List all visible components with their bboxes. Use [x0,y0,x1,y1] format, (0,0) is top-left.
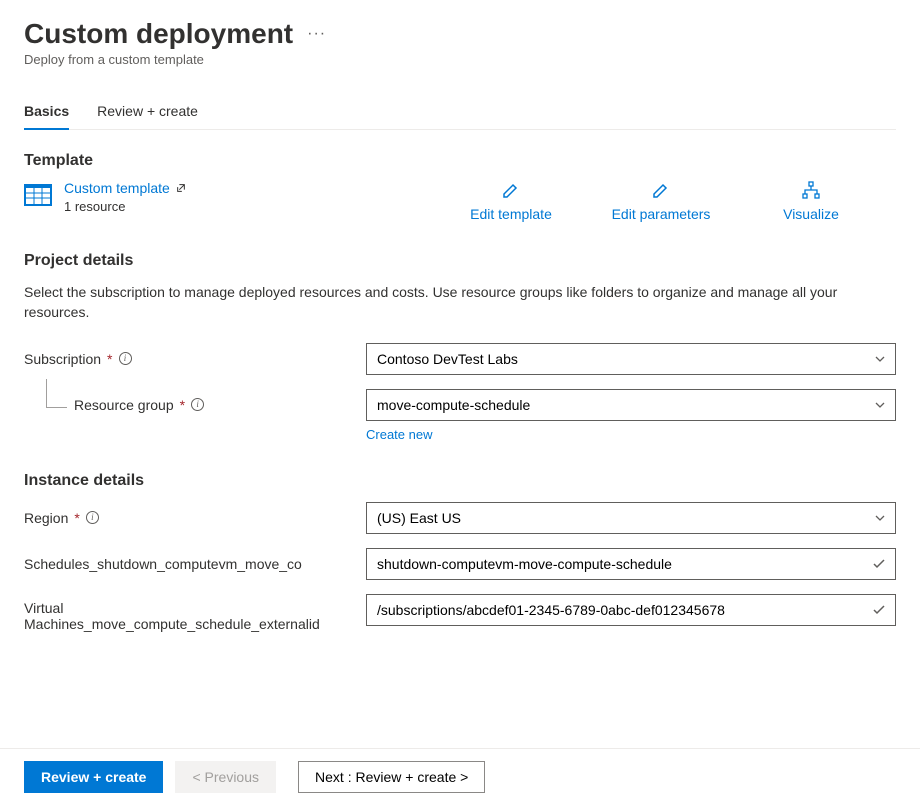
region-dropdown[interactable] [366,502,896,534]
pencil-icon [651,180,671,200]
required-asterisk: * [74,510,79,526]
page-title: Custom deployment [24,18,293,50]
custom-template-link[interactable]: Custom template [64,180,186,196]
resource-group-dropdown[interactable] [366,389,896,421]
open-link-icon [176,183,186,193]
template-row: Custom template 1 resource Edit template… [24,180,896,222]
info-icon[interactable]: i [191,398,204,411]
page-subtitle: Deploy from a custom template [24,52,896,67]
project-details-description: Select the subscription to manage deploy… [24,282,874,323]
template-icon [24,184,52,206]
region-label: Region * i [24,510,366,526]
schedules-label: Schedules_shutdown_computevm_move_co [24,556,366,572]
instance-details-heading: Instance details [24,472,896,490]
schedules-input[interactable] [366,548,896,580]
footer-bar: Review + create < Previous Next : Review… [0,748,920,805]
template-heading: Template [24,152,896,170]
subscription-dropdown[interactable] [366,343,896,375]
review-create-button[interactable]: Review + create [24,761,163,793]
edit-template-button[interactable]: Edit template [456,180,566,222]
required-asterisk: * [107,351,112,367]
template-resource-count: 1 resource [64,199,186,214]
resource-group-label: Resource group * i [24,397,366,413]
info-icon[interactable]: i [119,352,132,365]
custom-template-link-text: Custom template [64,180,170,196]
pencil-icon [501,180,521,200]
edit-parameters-button[interactable]: Edit parameters [606,180,716,222]
edit-parameters-label: Edit parameters [612,206,711,222]
more-actions-icon[interactable]: ··· [307,25,326,43]
edit-template-label: Edit template [470,206,552,222]
required-asterisk: * [180,397,185,413]
visualize-button[interactable]: Visualize [756,180,866,222]
page-header: Custom deployment ··· Deploy from a cust… [24,0,896,67]
subscription-label: Subscription * i [24,351,366,367]
visualize-label: Visualize [783,206,839,222]
vm-externalid-label: Virtual Machines_move_compute_schedule_e… [24,594,366,632]
vm-externalid-input[interactable] [366,594,896,626]
tab-review-create[interactable]: Review + create [97,95,198,129]
create-new-link[interactable]: Create new [366,427,896,442]
hierarchy-icon [801,180,821,200]
tab-strip: Basics Review + create [24,95,896,130]
tab-basics[interactable]: Basics [24,95,69,129]
info-icon[interactable]: i [86,511,99,524]
next-button[interactable]: Next : Review + create > [298,761,485,793]
project-details-heading: Project details [24,252,896,270]
previous-button: < Previous [175,761,276,793]
